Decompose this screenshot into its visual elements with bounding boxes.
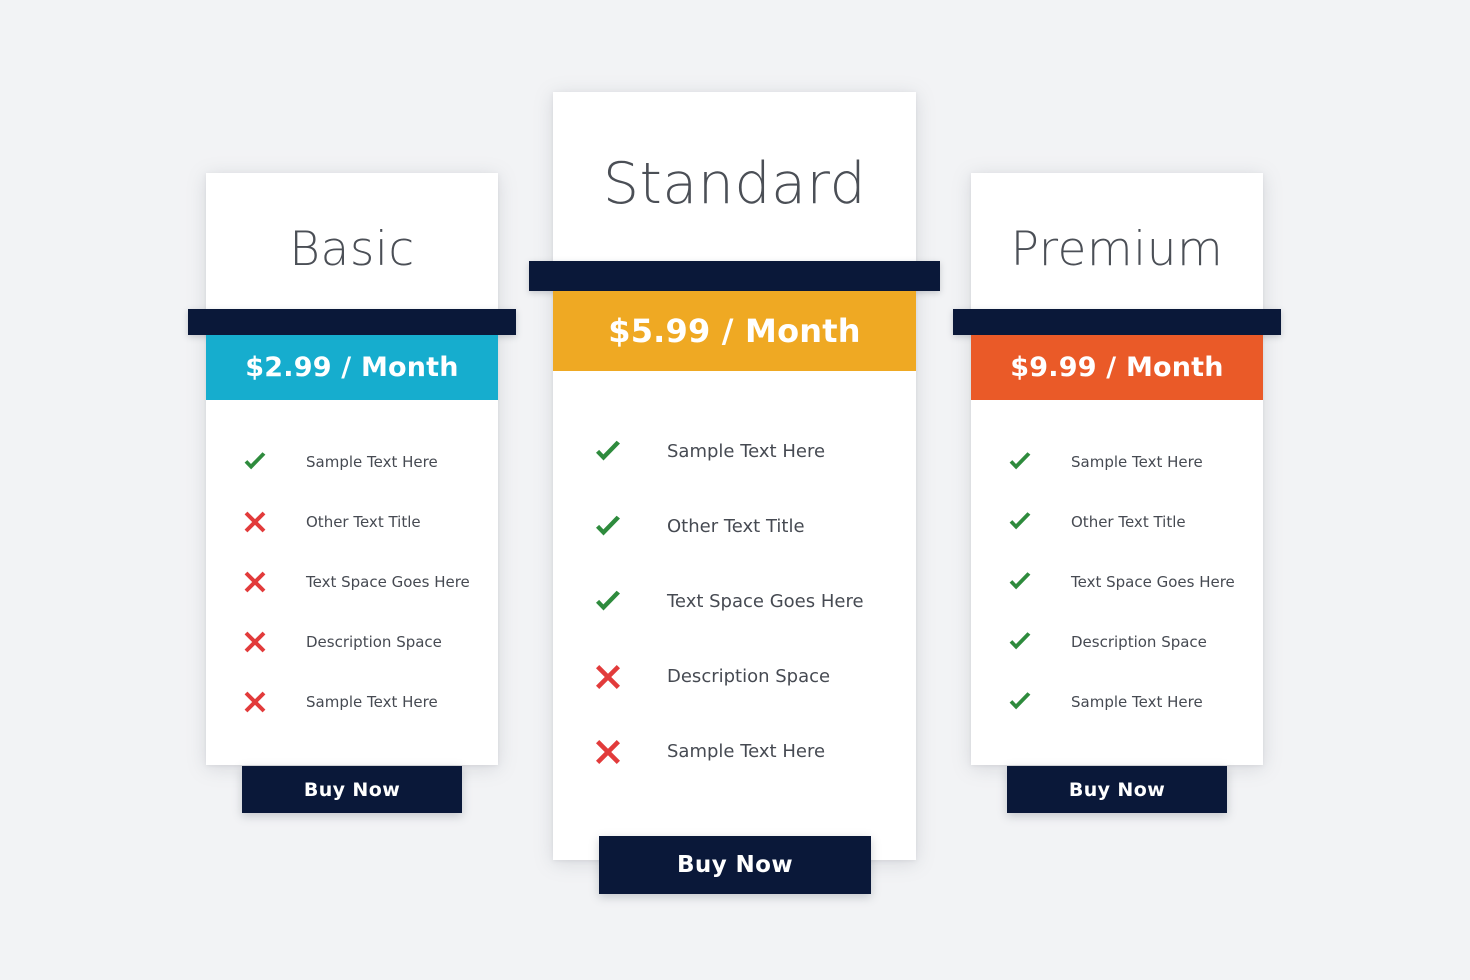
feature-row: Sample Text Here — [1007, 672, 1263, 732]
pricing-table: Basic $2.99 / Month Sample Text Here Othe… — [0, 0, 1470, 980]
check-icon — [593, 587, 623, 617]
feature-row: Sample Text Here — [242, 672, 498, 732]
accent-bar-premium — [953, 309, 1281, 335]
cross-icon — [242, 689, 268, 715]
feature-label: Sample Text Here — [306, 693, 438, 711]
check-icon — [593, 512, 623, 542]
plan-name-premium: Premium — [1010, 222, 1224, 277]
feature-row: Description Space — [242, 612, 498, 672]
check-icon — [1007, 449, 1033, 475]
feature-list-standard: Sample Text Here Other Text Title Text Spa… — [553, 414, 916, 789]
cross-icon — [242, 569, 268, 595]
feature-label: Description Space — [1071, 633, 1207, 651]
feature-label: Text Space Goes Here — [667, 591, 864, 612]
accent-bar-standard — [529, 261, 940, 291]
check-icon — [593, 437, 623, 467]
check-icon — [242, 449, 268, 475]
feature-label: Other Text Title — [667, 516, 805, 537]
price-band-basic: $2.99 / Month — [206, 335, 498, 400]
cross-icon — [593, 737, 623, 767]
pricing-card-premium: Premium $9.99 / Month Sample Text Here Ot… — [953, 173, 1281, 813]
feature-row: Other Text Title — [1007, 492, 1263, 552]
feature-row: Text Space Goes Here — [1007, 552, 1263, 612]
feature-label: Other Text Title — [1071, 513, 1186, 531]
feature-label: Sample Text Here — [1071, 453, 1203, 471]
feature-row: Other Text Title — [593, 489, 916, 564]
feature-label: Sample Text Here — [1071, 693, 1203, 711]
buy-now-button-basic[interactable]: Buy Now — [242, 766, 462, 813]
feature-row: Sample Text Here — [593, 714, 916, 789]
cross-icon — [593, 662, 623, 692]
feature-row: Sample Text Here — [1007, 432, 1263, 492]
feature-row: Text Space Goes Here — [242, 552, 498, 612]
pricing-card-basic: Basic $2.99 / Month Sample Text Here Othe… — [188, 173, 516, 813]
feature-row: Description Space — [593, 639, 916, 714]
check-icon — [1007, 509, 1033, 535]
feature-label: Text Space Goes Here — [306, 573, 470, 591]
feature-label: Sample Text Here — [667, 441, 826, 462]
feature-row: Description Space — [1007, 612, 1263, 672]
check-icon — [1007, 629, 1033, 655]
plan-name-standard: Standard — [602, 151, 867, 217]
feature-label: Description Space — [667, 666, 831, 687]
pricing-card-standard: Standard $5.99 / Month Sample Text Here O… — [529, 92, 940, 894]
feature-label: Text Space Goes Here — [1071, 573, 1235, 591]
plan-name-basic: Basic — [289, 222, 415, 277]
price-band-standard: $5.99 / Month — [553, 291, 916, 371]
accent-bar-basic — [188, 309, 516, 335]
feature-list-basic: Sample Text Here Other Text Title Text Spa… — [206, 432, 498, 732]
buy-now-button-premium[interactable]: Buy Now — [1007, 766, 1227, 813]
cross-icon — [242, 629, 268, 655]
feature-row: Other Text Title — [242, 492, 498, 552]
feature-label: Sample Text Here — [306, 453, 438, 471]
buy-now-button-standard[interactable]: Buy Now — [599, 836, 871, 894]
feature-label: Description Space — [306, 633, 442, 651]
cross-icon — [242, 509, 268, 535]
feature-row: Sample Text Here — [593, 414, 916, 489]
feature-label: Other Text Title — [306, 513, 421, 531]
price-band-premium: $9.99 / Month — [971, 335, 1263, 400]
feature-row: Sample Text Here — [242, 432, 498, 492]
feature-list-premium: Sample Text Here Other Text Title Text Spa… — [971, 432, 1263, 732]
feature-row: Text Space Goes Here — [593, 564, 916, 639]
check-icon — [1007, 689, 1033, 715]
check-icon — [1007, 569, 1033, 595]
feature-label: Sample Text Here — [667, 741, 826, 762]
